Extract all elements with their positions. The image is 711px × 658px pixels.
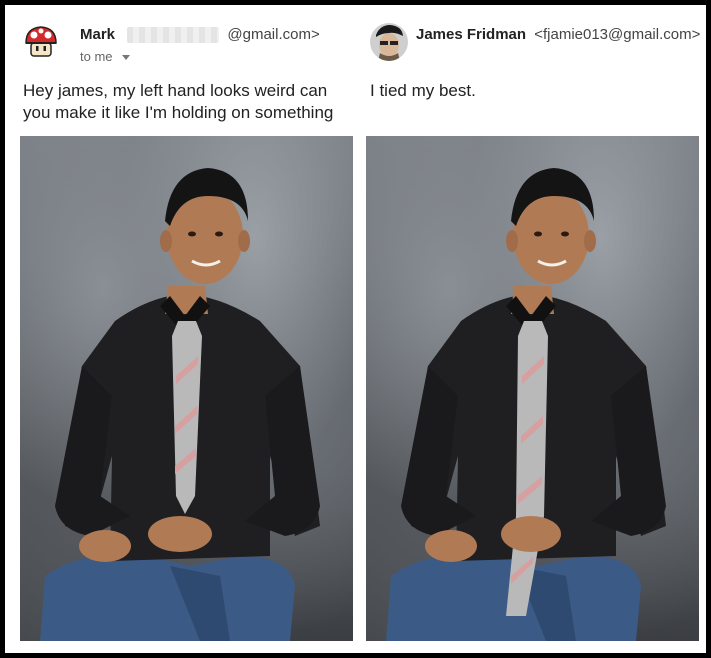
original-photo	[20, 136, 353, 641]
sender-line: Mark @gmail.com>	[80, 26, 320, 44]
sender-line: James Fridman <fjamie013@gmail.com>	[416, 26, 700, 43]
chevron-down-icon[interactable]	[122, 55, 131, 61]
redacted-email-blur	[127, 27, 220, 44]
recipient-dropdown[interactable]: to me	[80, 49, 131, 64]
reply-email-panel: James Fridman <fjamie013@gmail.com> I ti…	[358, 5, 706, 653]
email-message: Hey james, my left hand looks weird can …	[23, 81, 334, 122]
sender-email: <fjamie013@gmail.com>	[534, 26, 701, 43]
edited-photo	[366, 136, 699, 641]
request-email-panel: Mark @gmail.com> to me Hey james, my lef…	[10, 5, 358, 653]
meme-frame: Mark @gmail.com> to me Hey james, my lef…	[0, 0, 711, 658]
sender-email: @gmail.com>	[227, 26, 320, 43]
red-mushroom-icon	[22, 23, 60, 61]
email-message: I tied my best.	[370, 81, 476, 100]
person-avatar-icon	[370, 23, 408, 61]
recipient-label: to me	[80, 49, 113, 64]
sender-name: James Fridman	[416, 26, 527, 43]
sender-name: Mark	[80, 26, 116, 43]
